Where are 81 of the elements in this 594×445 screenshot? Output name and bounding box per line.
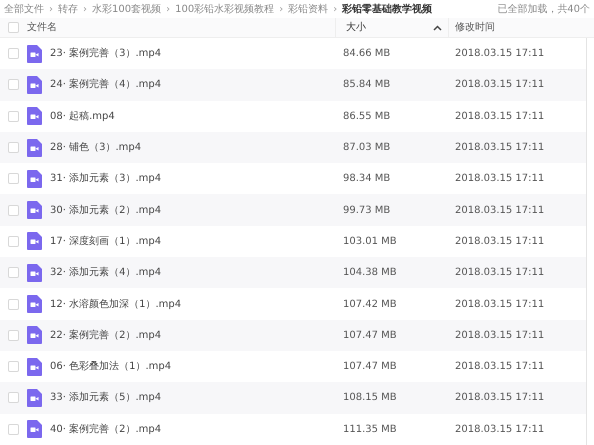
file-size: 108.15 MB — [343, 391, 397, 406]
checkbox[interactable] — [8, 330, 19, 341]
file-size: 98.34 MB — [343, 172, 390, 186]
video-file-icon — [27, 170, 42, 188]
file-size: 107.42 MB — [343, 298, 397, 312]
file-size: 107.47 MB — [343, 328, 397, 343]
column-header[interactable]: 大小 — [346, 20, 366, 35]
file-name[interactable]: 23· 案例完善（3）.mp4 — [50, 46, 162, 62]
video-file-icon — [27, 264, 42, 282]
file-name[interactable]: 17· 深度刻画（1）.mp4 — [50, 234, 162, 249]
video-file-icon — [27, 388, 42, 407]
checkbox[interactable] — [8, 236, 19, 247]
video-file-icon — [27, 201, 42, 220]
breadcrumb-link[interactable]: 水彩100套视频 — [92, 2, 162, 16]
checkbox[interactable] — [8, 79, 19, 90]
file-size: 86.55 MB — [343, 110, 390, 124]
checkbox[interactable] — [8, 110, 19, 122]
file-name[interactable]: 31· 添加元素（3）.mp4 — [50, 171, 162, 186]
breadcrumb-separator: › — [279, 2, 284, 16]
modified-time: 2018.03.15 17:11 — [455, 422, 544, 437]
modified-time: 2018.03.15 17:11 — [455, 360, 544, 374]
checkbox[interactable] — [8, 22, 19, 33]
modified-time: 2018.03.15 17:11 — [455, 266, 544, 280]
breadcrumb-separator: › — [166, 2, 170, 16]
checkbox[interactable] — [8, 204, 19, 216]
checkbox[interactable] — [8, 298, 19, 310]
file-name[interactable]: 33· 添加元素（5）.mp4 — [50, 390, 162, 406]
video-file-icon — [27, 232, 42, 250]
file-name[interactable]: 28· 铺色（3）.mp4 — [50, 140, 142, 156]
load-status: 已全部加载，共40个 — [497, 2, 590, 16]
modified-time: 2018.03.15 17:11 — [455, 391, 544, 406]
video-file-icon — [27, 138, 42, 157]
video-file-icon — [27, 420, 42, 438]
video-file-icon — [27, 326, 42, 344]
modified-time: 2018.03.15 17:11 — [455, 47, 544, 62]
modified-time: 2018.03.15 17:11 — [455, 234, 544, 249]
video-file-icon — [27, 76, 42, 94]
file-name[interactable]: 32· 添加元素（4）.mp4 — [50, 265, 162, 280]
checkbox[interactable] — [8, 48, 19, 60]
breadcrumb-link[interactable]: 全部文件 — [4, 2, 44, 16]
file-name[interactable]: 06· 色彩叠加法（1）.mp4 — [50, 359, 172, 374]
file-name[interactable]: 24· 案例完善（4）.mp4 — [50, 77, 162, 92]
checkbox[interactable] — [8, 142, 19, 154]
sort-icon[interactable] — [433, 24, 442, 30]
checkbox[interactable] — [8, 424, 19, 435]
breadcrumb-link[interactable]: 彩铅资料 — [288, 2, 328, 16]
file-size: 103.01 MB — [343, 234, 397, 249]
modified-time: 2018.03.15 17:11 — [455, 141, 544, 156]
modified-time: 2018.03.15 17:11 — [455, 172, 544, 186]
file-name[interactable]: 08· 起稿.mp4 — [50, 108, 115, 124]
modified-time: 2018.03.15 17:11 — [455, 110, 544, 124]
file-size: 87.03 MB — [343, 141, 390, 156]
modified-time: 2018.03.15 17:11 — [455, 298, 544, 312]
file-size: 84.66 MB — [343, 47, 390, 62]
file-size: 85.84 MB — [343, 78, 390, 92]
breadcrumb-separator: › — [49, 2, 53, 16]
file-name[interactable]: 40· 案例完善（2）.mp4 — [50, 422, 162, 437]
file-size: 111.35 MB — [343, 422, 397, 437]
checkbox[interactable] — [8, 361, 19, 372]
video-file-icon — [27, 295, 42, 314]
file-size: 107.47 MB — [343, 360, 397, 374]
video-file-icon — [27, 358, 42, 376]
modified-time: 2018.03.15 17:11 — [455, 78, 544, 92]
file-size: 99.73 MB — [343, 204, 390, 218]
checkbox[interactable] — [8, 267, 19, 278]
file-size: 104.38 MB — [343, 266, 397, 280]
breadcrumb-link[interactable]: 100彩铅水彩视频教程 — [175, 2, 274, 16]
column-header[interactable]: 文件名 — [27, 20, 57, 35]
modified-time: 2018.03.15 17:11 — [455, 204, 544, 218]
breadcrumb-link[interactable]: 转存 — [58, 2, 78, 16]
video-file-icon — [27, 107, 42, 126]
checkbox[interactable] — [8, 392, 19, 404]
column-header[interactable]: 修改时间 — [455, 20, 495, 35]
file-name[interactable]: 12· 水溶颜色加深（1）.mp4 — [50, 296, 182, 312]
breadcrumb-separator: › — [83, 2, 87, 16]
file-name[interactable]: 30· 添加元素（2）.mp4 — [50, 202, 162, 218]
video-file-icon — [27, 44, 42, 63]
checkbox[interactable] — [8, 173, 19, 184]
file-name[interactable]: 22· 案例完善（2）.mp4 — [50, 328, 162, 343]
modified-time: 2018.03.15 17:11 — [455, 328, 544, 343]
breadcrumb-separator: › — [333, 2, 338, 16]
